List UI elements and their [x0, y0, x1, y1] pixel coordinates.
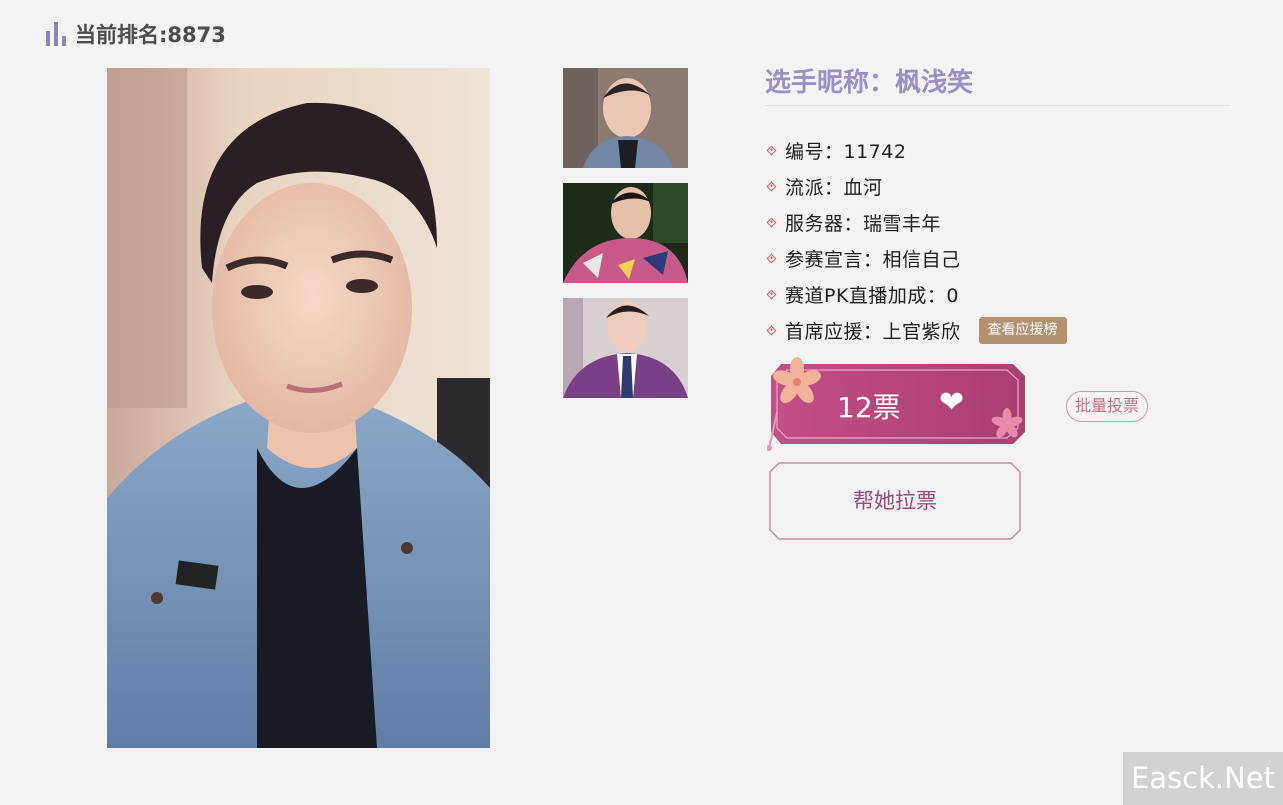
vote-button[interactable]: 12票 ❤	[767, 352, 1029, 454]
diamond-bullet-icon	[766, 181, 777, 191]
batch-vote-button[interactable]: 批量投票	[1066, 391, 1149, 422]
view-support-board-button[interactable]: 查看应援榜	[978, 316, 1067, 344]
heart-icon: ❤	[939, 385, 965, 420]
canvass-button[interactable]: 帮她拉票	[769, 462, 1021, 540]
player-info-list: 编号：11742 流派：血河 服务器：瑞雪丰年 参赛宣言：相信自己 赛道PK直播…	[765, 132, 1067, 348]
player-nickname: 选手昵称：枫浅笑	[765, 62, 1230, 106]
diamond-bullet-icon	[766, 325, 777, 335]
bar-chart-icon	[46, 22, 66, 46]
thumbnail-photo-3[interactable]	[563, 298, 688, 398]
diamond-bullet-icon	[766, 289, 777, 299]
canvass-label: 帮她拉票	[853, 489, 937, 513]
info-chief-support: 首席应援：上官紫欣 查看应援榜	[765, 312, 1067, 348]
watermark: Easck.Net	[1123, 752, 1283, 805]
player-detail-page: 当前排名:8873 选手昵称：枫浅笑 编号：11742 流派：血河 服务器：瑞雪…	[0, 0, 1283, 805]
diamond-bullet-icon	[766, 145, 777, 155]
info-school: 流派：血河	[765, 168, 1067, 204]
info-pk-bonus: 赛道PK直播加成：0	[765, 276, 1067, 312]
thumbnail-photo-2[interactable]	[563, 183, 688, 283]
ranking-label: 当前排名:8873	[75, 23, 226, 47]
main-player-photo	[107, 68, 490, 748]
diamond-bullet-icon	[766, 253, 777, 263]
ranking: 当前排名:8873	[46, 20, 226, 48]
info-server: 服务器：瑞雪丰年	[765, 204, 1067, 240]
diamond-bullet-icon	[766, 217, 777, 227]
vote-count: 12票	[837, 391, 901, 424]
info-number: 编号：11742	[765, 132, 1067, 168]
info-declaration: 参赛宣言：相信自己	[765, 240, 1067, 276]
thumbnail-photo-1[interactable]	[563, 68, 688, 168]
